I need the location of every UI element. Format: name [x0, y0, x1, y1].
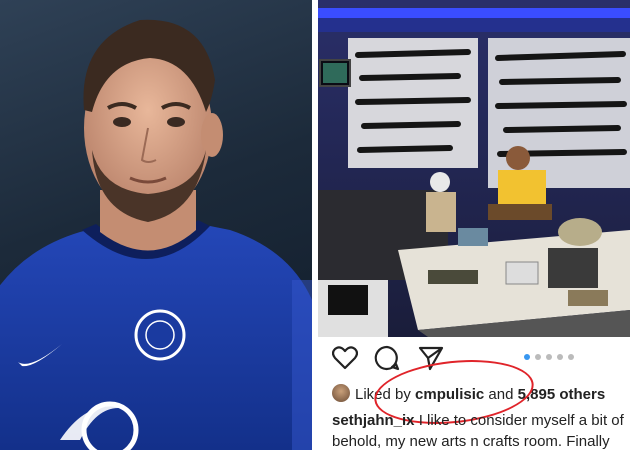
- post-caption: sethjahn_ix I like to consider myself a …: [332, 410, 630, 450]
- club-crest: [134, 309, 186, 361]
- caption-line-2: behold, my new arts n crafts room. Final…: [332, 433, 610, 450]
- caption-line-1: I like to consider myself a bit of: [418, 412, 624, 429]
- caption-username[interactable]: sethjahn_ix: [332, 412, 415, 429]
- room-illustration: [318, 0, 630, 337]
- comment-icon[interactable]: [374, 345, 400, 371]
- player-photo: [0, 0, 312, 450]
- heart-icon[interactable]: [332, 345, 358, 371]
- carousel-indicator: [524, 354, 574, 362]
- carousel-dot: [568, 354, 574, 360]
- post-image[interactable]: [318, 0, 630, 337]
- carousel-dot: [524, 354, 530, 360]
- liker-avatar[interactable]: [332, 384, 350, 402]
- player-illustration: [0, 19, 312, 450]
- instagram-post: Liked by cmpulisic and 5,895 others seth…: [318, 0, 630, 450]
- carousel-dot: [535, 354, 541, 360]
- carousel-dot: [546, 354, 552, 360]
- carousel-dot: [557, 354, 563, 360]
